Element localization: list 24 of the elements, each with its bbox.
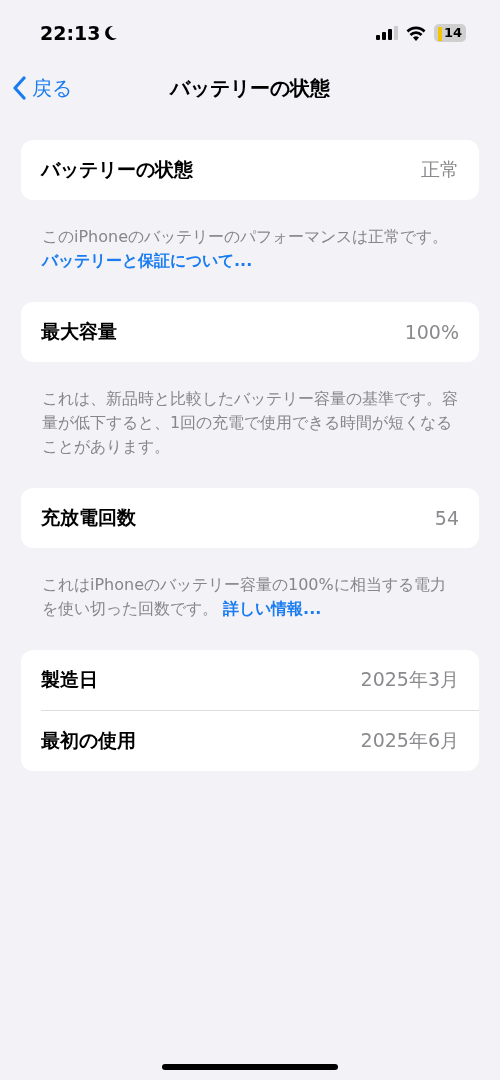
row-label: 充放電回数 [41,505,136,530]
footer-note: これは、新品時と比較したバッテリー容量の基準です。容量が低下すると、1回の充電で使用できる時間が短くなることがあります。 [41,388,459,458]
info-link[interactable]: 詳しい情報... [223,599,322,618]
row-value: 54 [434,507,459,529]
moon-icon [104,25,119,41]
row-label: 製造日 [41,667,98,692]
info-link[interactable]: バッテリーと保証について... [42,251,253,270]
signal-icon [375,26,398,40]
row-value: 2025年6月 [360,728,459,753]
row-label: バッテリーの状態 [41,157,193,182]
battery-indicator: 14 [433,24,466,42]
row-value: 100% [404,321,459,343]
row-value: 2025年3月 [360,667,459,692]
row-label: 最大容量 [41,319,117,344]
wifi-icon [405,25,426,41]
page-title: バッテリーの状態 [170,74,330,102]
row-value: 正常 [421,157,459,182]
footer-note: これはiPhoneのバッテリー容量の100%に相当する電力を使い切った回数です。 詳しい情報... [41,574,447,620]
back-button[interactable]: 戻る [12,74,72,102]
footer-note: このiPhoneのバッテリーのパフォーマンスは正常です。 バッテリーと保証について... [40,226,449,272]
home-indicator[interactable] [162,1064,338,1070]
row-label: 最初の使用 [41,728,136,753]
status-time: 22:13 [40,22,101,44]
chevron-left-icon [12,76,26,100]
